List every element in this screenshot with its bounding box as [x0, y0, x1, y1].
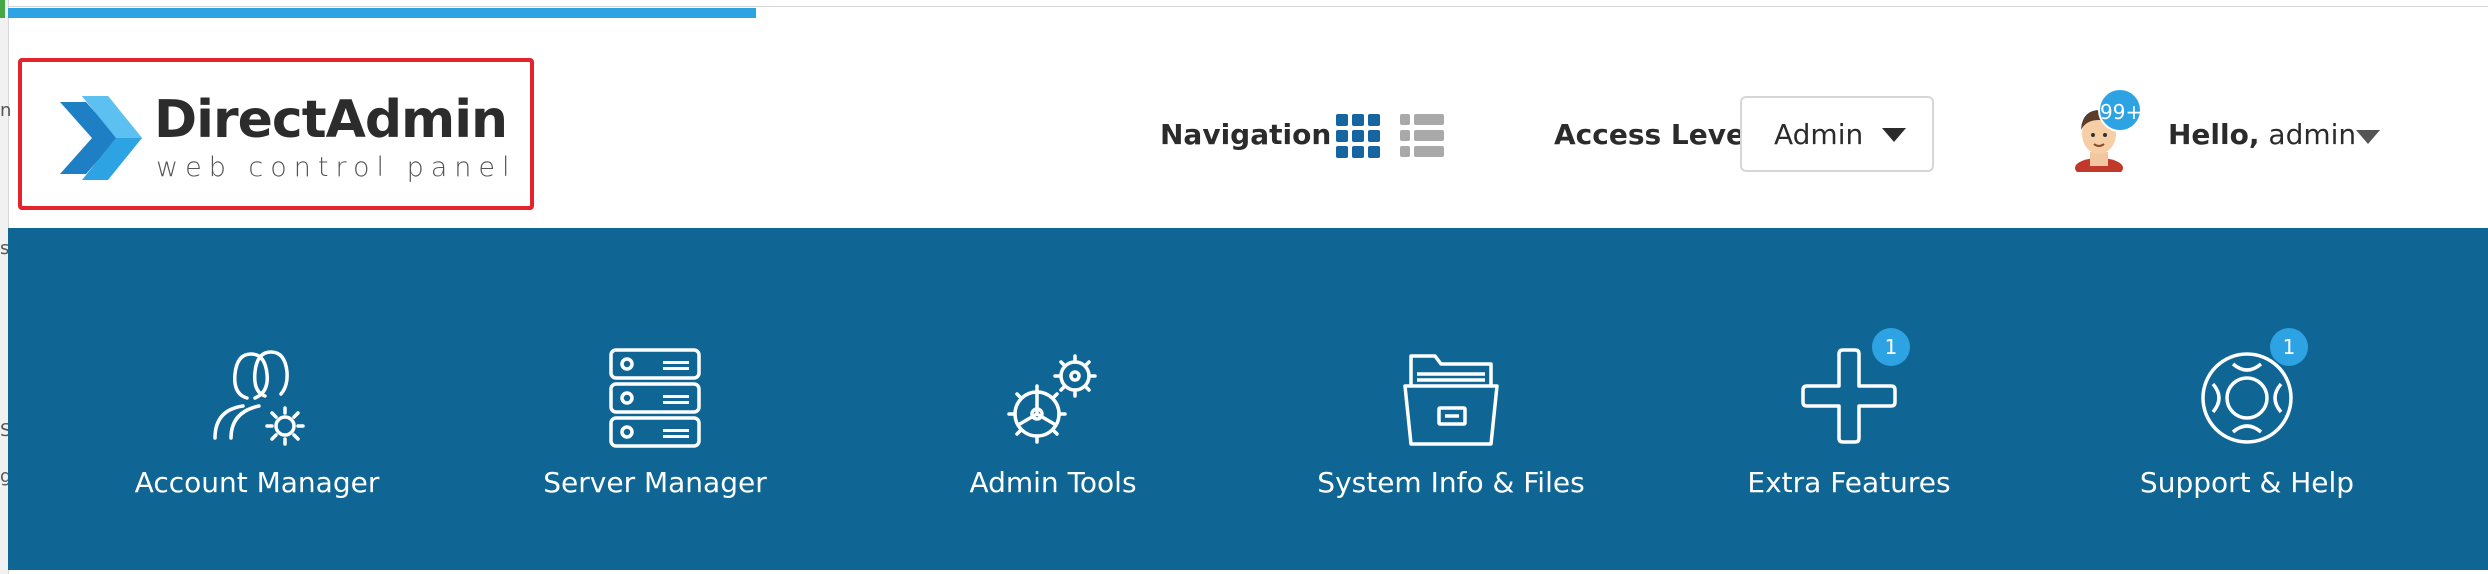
menu-server-manager[interactable]: Server Manager	[456, 228, 854, 570]
main-menu-bar: Account Manager Server Manager Admin Too…	[8, 228, 2488, 570]
users-gear-icon	[213, 350, 305, 446]
logo-title: DirectAdmin	[154, 90, 508, 150]
notification-badge: 1	[2270, 328, 2308, 366]
logo-subtitle: web control panel	[156, 152, 517, 183]
username-label: admin	[2268, 118, 2357, 151]
menu-label: Support & Help	[2139, 466, 2355, 499]
menu-extra-features[interactable]: 1 Extra Features	[1650, 228, 2048, 570]
user-menu[interactable]: Hello, admin	[2168, 118, 2356, 151]
menu-label: Admin Tools	[969, 466, 1137, 499]
logo-link[interactable]: DirectAdmin web control panel	[18, 58, 534, 210]
list-view-icon[interactable]	[1398, 112, 1446, 160]
chevron-down-icon	[1882, 128, 1906, 142]
menu-system-info-files[interactable]: System Info & Files	[1252, 228, 1650, 570]
chevron-down-icon[interactable]	[2354, 128, 2382, 146]
menu-label: Server Manager	[543, 466, 767, 499]
greeting-label: Hello,	[2168, 118, 2260, 151]
menu-support-help[interactable]: 1 Support & Help	[2048, 228, 2446, 570]
navigation-label: Navigation	[1160, 118, 1332, 151]
menu-account-manager[interactable]: Account Manager	[58, 228, 456, 570]
folder-icon	[1403, 354, 1499, 446]
menu-label: Account Manager	[134, 466, 380, 499]
access-level-value: Admin	[1774, 118, 1864, 151]
notification-badge: 1	[1872, 328, 1910, 366]
server-icon	[609, 348, 701, 448]
gears-icon	[1007, 354, 1097, 444]
grid-view-icon[interactable]	[1334, 112, 1382, 160]
access-level-label: Access Level	[1554, 118, 1755, 151]
access-level-select[interactable]: Admin	[1740, 96, 1934, 172]
edge-color-marker	[0, 0, 5, 18]
menu-label: System Info & Files	[1317, 466, 1585, 499]
menu-label: Extra Features	[1747, 466, 1951, 499]
notification-badge[interactable]: 99+	[2098, 88, 2142, 132]
directadmin-logo-icon	[60, 96, 142, 180]
header: DirectAdmin web control panel Navigation…	[8, 0, 2488, 228]
menu-admin-tools[interactable]: Admin Tools	[854, 228, 1252, 570]
